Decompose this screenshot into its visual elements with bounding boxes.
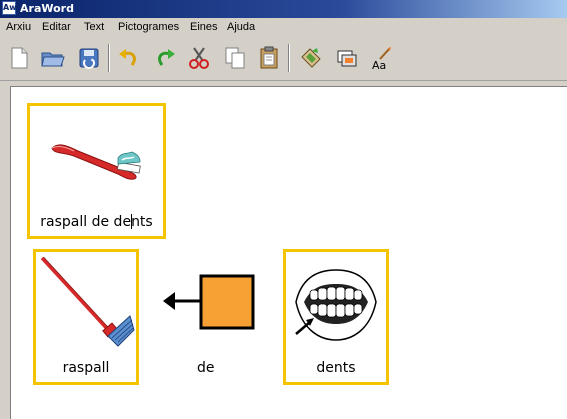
save-icon[interactable] — [76, 45, 102, 71]
menu-pictogrames[interactable]: Pictogrames — [118, 21, 179, 33]
change-pictogram-icon[interactable] — [298, 45, 324, 71]
text-style-icon[interactable]: Aa — [368, 45, 394, 72]
pictogram-label[interactable]: de — [197, 360, 215, 376]
menu-text[interactable]: Text — [84, 21, 104, 33]
open-folder-icon[interactable] — [40, 45, 66, 71]
from-arrow-icon — [163, 274, 255, 330]
toolbar-separator — [108, 44, 110, 72]
toolbar: Aa — [0, 38, 567, 81]
pictogram-de[interactable]: de — [159, 252, 255, 382]
pictogram-label-before-caret: raspall de de — [40, 214, 132, 230]
pictogram-label[interactable]: raspall — [36, 360, 136, 376]
cut-icon[interactable] — [186, 45, 212, 71]
pictogram-label[interactable]: raspall de dents — [30, 214, 163, 230]
pictogram-broom[interactable]: raspall — [33, 249, 139, 385]
window-title: AraWord — [20, 2, 74, 15]
pictogram-panel-icon[interactable] — [334, 45, 360, 71]
new-document-icon[interactable] — [6, 45, 32, 71]
pictogram-toothbrush[interactable]: raspall de dents — [27, 103, 166, 239]
toothbrush-icon — [51, 144, 141, 180]
teeth-icon — [295, 269, 377, 341]
undo-icon[interactable] — [116, 45, 142, 71]
menu-editar[interactable]: Editar — [42, 21, 71, 33]
redo-icon[interactable] — [152, 45, 178, 71]
copy-icon[interactable] — [222, 45, 248, 71]
title-bar: Aw AraWord — [0, 0, 567, 18]
menu-arxiu[interactable]: Arxiu — [6, 21, 31, 33]
paste-icon[interactable] — [256, 45, 282, 71]
pictogram-teeth[interactable]: dents — [283, 249, 389, 385]
menu-ajuda[interactable]: Ajuda — [227, 21, 255, 33]
pictogram-label[interactable]: dents — [286, 360, 386, 376]
menu-bar: Arxiu Editar Text Pictogrames Eines Ajud… — [0, 18, 567, 38]
broom-icon — [40, 256, 135, 347]
toolbar-separator — [288, 44, 290, 72]
menu-eines[interactable]: Eines — [190, 21, 218, 33]
app-logo-icon: Aw — [2, 1, 17, 15]
text-style-label: Aa — [372, 59, 386, 71]
pictogram-label-after-caret: nts — [131, 214, 153, 230]
document-canvas[interactable]: raspall de dents raspall de dents — [10, 86, 567, 419]
